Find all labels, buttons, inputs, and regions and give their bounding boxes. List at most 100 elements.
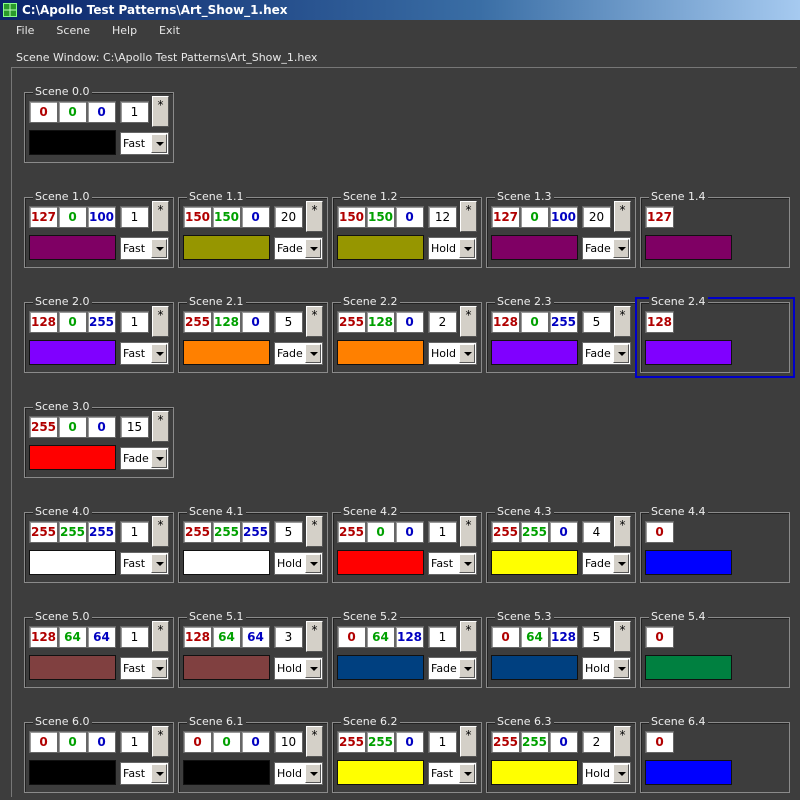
blue-field[interactable]: 255 bbox=[241, 521, 270, 543]
color-swatch[interactable] bbox=[491, 550, 578, 575]
blue-field[interactable]: 0 bbox=[549, 731, 578, 753]
blue-field[interactable]: 255 bbox=[87, 521, 116, 543]
color-swatch[interactable] bbox=[183, 550, 270, 575]
duration-field[interactable]: 10 bbox=[274, 731, 303, 753]
color-swatch[interactable] bbox=[337, 760, 424, 785]
color-swatch[interactable] bbox=[29, 550, 116, 575]
menu-help[interactable]: Help bbox=[112, 24, 137, 37]
chevron-down-icon[interactable] bbox=[151, 554, 167, 573]
transition-select[interactable]: Fast bbox=[428, 552, 477, 575]
green-field[interactable]: 0 bbox=[212, 731, 241, 753]
green-field[interactable]: 255 bbox=[212, 521, 241, 543]
green-field[interactable]: 255 bbox=[58, 521, 87, 543]
color-swatch[interactable] bbox=[645, 235, 732, 260]
duration-field[interactable]: 4 bbox=[582, 521, 611, 543]
transition-select[interactable]: Fast bbox=[120, 132, 169, 155]
blue-field[interactable]: 64 bbox=[87, 626, 116, 648]
color-swatch[interactable] bbox=[645, 550, 732, 575]
menu-file[interactable]: File bbox=[16, 24, 34, 37]
green-field[interactable]: 64 bbox=[212, 626, 241, 648]
transition-select[interactable]: Fade bbox=[582, 342, 631, 365]
chevron-down-icon[interactable] bbox=[305, 659, 321, 678]
chevron-down-icon[interactable] bbox=[459, 764, 475, 783]
blue-field[interactable]: 100 bbox=[87, 206, 116, 228]
red-field[interactable]: 0 bbox=[29, 731, 58, 753]
blue-field[interactable]: 0 bbox=[87, 416, 116, 438]
blue-field[interactable]: 255 bbox=[549, 311, 578, 333]
transition-select[interactable]: Fast bbox=[120, 237, 169, 260]
chevron-down-icon[interactable] bbox=[459, 239, 475, 258]
red-field[interactable]: 128 bbox=[183, 626, 212, 648]
red-field[interactable]: 128 bbox=[491, 311, 520, 333]
color-swatch[interactable] bbox=[29, 130, 116, 155]
star-button[interactable]: * bbox=[460, 516, 477, 547]
star-button[interactable]: * bbox=[152, 621, 169, 652]
red-field[interactable]: 0 bbox=[645, 521, 674, 543]
color-swatch[interactable] bbox=[29, 760, 116, 785]
chevron-down-icon[interactable] bbox=[613, 554, 629, 573]
green-field[interactable]: 255 bbox=[520, 521, 549, 543]
duration-field[interactable]: 20 bbox=[582, 206, 611, 228]
transition-select[interactable]: Fast bbox=[120, 657, 169, 680]
chevron-down-icon[interactable] bbox=[305, 239, 321, 258]
blue-field[interactable]: 0 bbox=[395, 731, 424, 753]
transition-select[interactable]: Fast bbox=[120, 342, 169, 365]
transition-select[interactable]: Fade bbox=[274, 342, 323, 365]
green-field[interactable]: 128 bbox=[212, 311, 241, 333]
color-swatch[interactable] bbox=[183, 760, 270, 785]
green-field[interactable]: 255 bbox=[366, 731, 395, 753]
green-field[interactable]: 150 bbox=[366, 206, 395, 228]
red-field[interactable]: 127 bbox=[645, 206, 674, 228]
red-field[interactable]: 0 bbox=[645, 626, 674, 648]
red-field[interactable]: 255 bbox=[29, 521, 58, 543]
transition-select[interactable]: Hold bbox=[274, 762, 323, 785]
green-field[interactable]: 0 bbox=[58, 311, 87, 333]
color-swatch[interactable] bbox=[491, 235, 578, 260]
green-field[interactable]: 0 bbox=[366, 521, 395, 543]
star-button[interactable]: * bbox=[152, 411, 169, 442]
chevron-down-icon[interactable] bbox=[151, 659, 167, 678]
red-field[interactable]: 150 bbox=[183, 206, 212, 228]
blue-field[interactable]: 0 bbox=[87, 731, 116, 753]
star-button[interactable]: * bbox=[614, 621, 631, 652]
color-swatch[interactable] bbox=[337, 340, 424, 365]
color-swatch[interactable] bbox=[491, 655, 578, 680]
duration-field[interactable]: 2 bbox=[582, 731, 611, 753]
star-button[interactable]: * bbox=[152, 96, 169, 127]
chevron-down-icon[interactable] bbox=[151, 134, 167, 153]
chevron-down-icon[interactable] bbox=[613, 659, 629, 678]
green-field[interactable]: 150 bbox=[212, 206, 241, 228]
star-button[interactable]: * bbox=[306, 201, 323, 232]
blue-field[interactable]: 0 bbox=[395, 311, 424, 333]
color-swatch[interactable] bbox=[183, 235, 270, 260]
duration-field[interactable]: 5 bbox=[274, 521, 303, 543]
duration-field[interactable]: 1 bbox=[120, 311, 149, 333]
transition-select[interactable]: Fast bbox=[120, 762, 169, 785]
color-swatch[interactable] bbox=[337, 655, 424, 680]
star-button[interactable]: * bbox=[152, 306, 169, 337]
color-swatch[interactable] bbox=[29, 445, 116, 470]
green-field[interactable]: 0 bbox=[58, 731, 87, 753]
color-swatch[interactable] bbox=[645, 340, 732, 365]
red-field[interactable]: 150 bbox=[337, 206, 366, 228]
blue-field[interactable]: 128 bbox=[549, 626, 578, 648]
red-field[interactable]: 255 bbox=[491, 731, 520, 753]
chevron-down-icon[interactable] bbox=[459, 554, 475, 573]
transition-select[interactable]: Hold bbox=[582, 762, 631, 785]
green-field[interactable]: 0 bbox=[520, 311, 549, 333]
menu-exit[interactable]: Exit bbox=[159, 24, 180, 37]
color-swatch[interactable] bbox=[29, 235, 116, 260]
duration-field[interactable]: 1 bbox=[120, 626, 149, 648]
chevron-down-icon[interactable] bbox=[305, 554, 321, 573]
green-field[interactable]: 64 bbox=[58, 626, 87, 648]
duration-field[interactable]: 1 bbox=[120, 521, 149, 543]
chevron-down-icon[interactable] bbox=[459, 659, 475, 678]
red-field[interactable]: 255 bbox=[183, 521, 212, 543]
green-field[interactable]: 255 bbox=[520, 731, 549, 753]
color-swatch[interactable] bbox=[29, 655, 116, 680]
chevron-down-icon[interactable] bbox=[305, 764, 321, 783]
star-button[interactable]: * bbox=[460, 726, 477, 757]
green-field[interactable]: 0 bbox=[520, 206, 549, 228]
star-button[interactable]: * bbox=[306, 516, 323, 547]
red-field[interactable]: 0 bbox=[337, 626, 366, 648]
